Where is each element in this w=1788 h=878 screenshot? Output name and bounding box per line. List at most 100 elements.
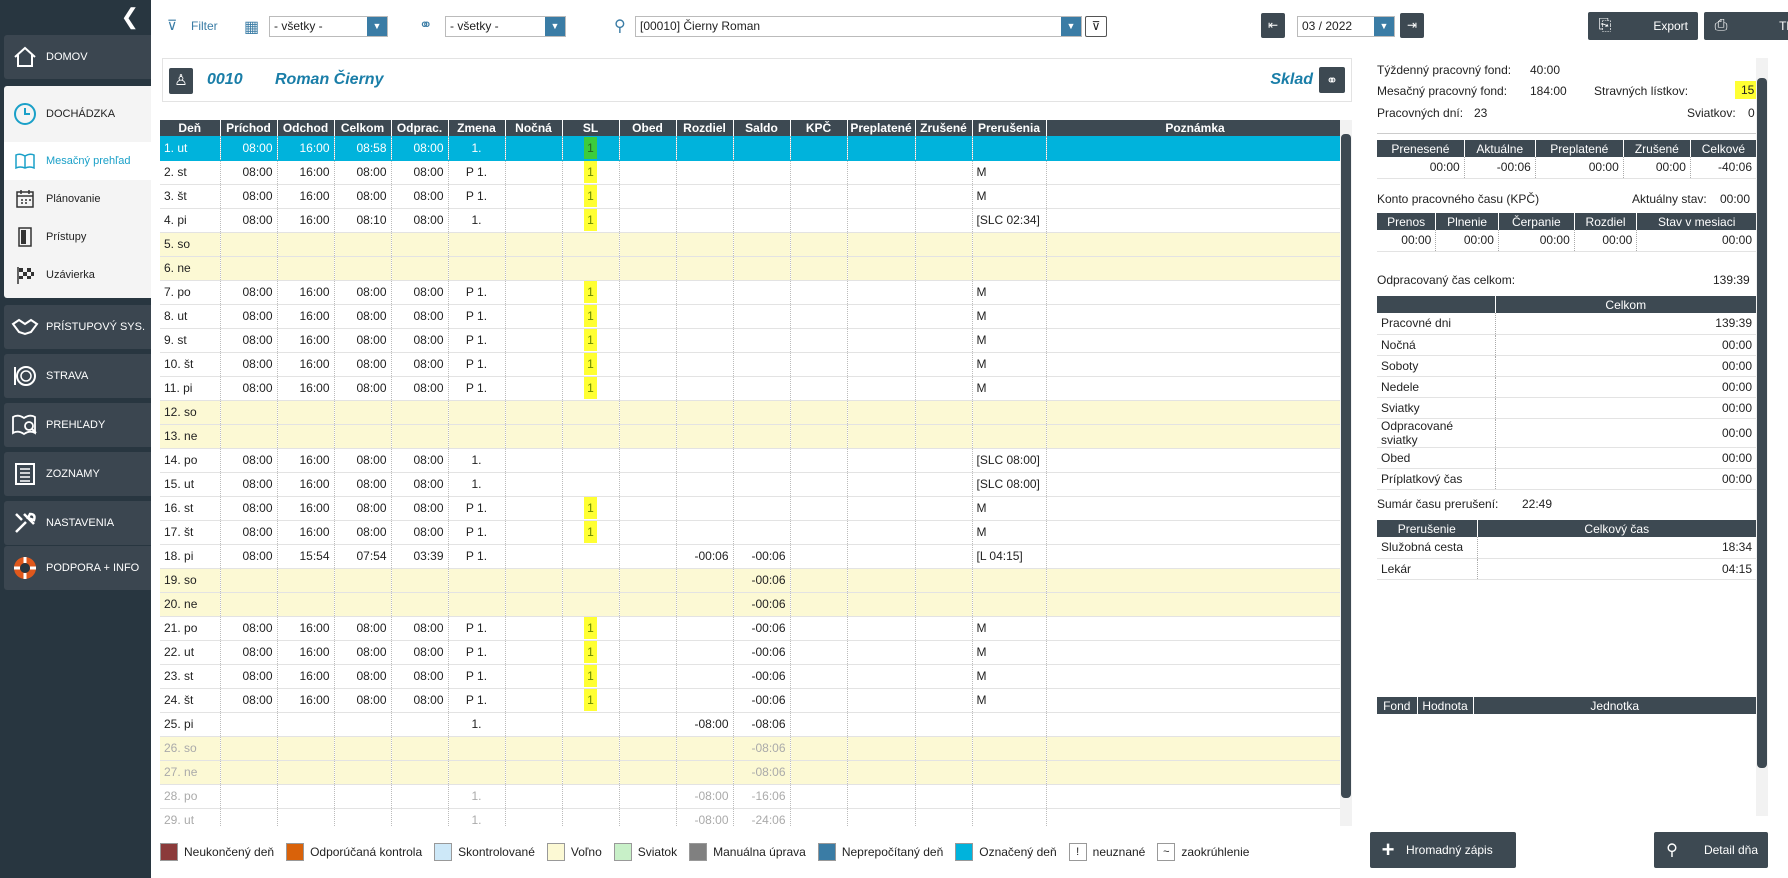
table-cell xyxy=(277,808,335,826)
scrollbar-thumb[interactable] xyxy=(1757,78,1767,768)
grid-scrollbar[interactable] xyxy=(1340,120,1352,826)
column-header[interactable]: Odprac. xyxy=(391,120,449,136)
table-row[interactable]: 14. po 08:00 16:00 08:00 08:00 1. [SLC 08:00] xyxy=(160,448,1345,473)
handshake-icon xyxy=(4,316,46,338)
table-row[interactable]: 24. št 08:00 16:00 08:00 08:00 P 1. 1 -00:06 M xyxy=(160,688,1345,713)
table-cell: 16:00 xyxy=(277,160,335,185)
table-cell xyxy=(676,736,734,761)
network-icon[interactable]: ⚭ xyxy=(1319,67,1345,93)
table-row[interactable]: 20. ne -00:06 xyxy=(160,592,1345,617)
sub-planovanie[interactable]: Plánovanie xyxy=(4,180,151,218)
chevron-down-icon[interactable]: ▼ xyxy=(545,17,565,36)
nav-podpora[interactable]: PODPORA + INFO xyxy=(4,546,151,590)
table-row[interactable]: 5. so xyxy=(160,232,1345,257)
table-cell: P 1. xyxy=(448,280,506,305)
sub-uzavierka[interactable]: Uzávierka xyxy=(4,256,151,294)
prev-month-button[interactable]: ⇤ xyxy=(1261,13,1285,38)
table-cell xyxy=(505,640,563,665)
table-cell: 21. po xyxy=(160,616,221,641)
group-select[interactable]: - všetky - ▼ xyxy=(445,16,566,37)
period-select[interactable]: 03 / 2022 ▼ xyxy=(1297,16,1395,37)
table-row[interactable]: 8. ut 08:00 16:00 08:00 08:00 P 1. 1 M xyxy=(160,304,1345,329)
legend-swatch: ! xyxy=(1068,843,1087,861)
column-header[interactable]: Poznámka xyxy=(1046,120,1345,136)
table-row[interactable]: 12. so xyxy=(160,400,1345,425)
column-header[interactable]: Rozdiel xyxy=(676,120,734,136)
nav-prehlady[interactable]: PREHĽADY xyxy=(4,403,151,447)
column-header[interactable]: Obed xyxy=(619,120,677,136)
funnel-filter-button[interactable]: ⊽ xyxy=(1085,16,1107,37)
export-button[interactable]: ⎘ Export xyxy=(1588,12,1698,40)
column-header[interactable]: Deň xyxy=(160,120,221,136)
table-row[interactable]: 18. pi 08:00 15:54 07:54 03:39 P 1. -00:06 -00:… xyxy=(160,544,1345,569)
column-header[interactable]: KPČ xyxy=(790,120,848,136)
table-cell: 08:00 xyxy=(334,352,392,377)
filter-icon[interactable]: ⊽ xyxy=(167,17,177,34)
table-row[interactable]: 27. ne -08:06 xyxy=(160,760,1345,785)
table-row[interactable]: 15. ut 08:00 16:00 08:00 08:00 1. [SLC 08:00] xyxy=(160,472,1345,497)
department-select[interactable]: - všetky - ▼ xyxy=(269,16,388,37)
table-row[interactable]: 10. št 08:00 16:00 08:00 08:00 P 1. 1 M xyxy=(160,352,1345,377)
table-row[interactable]: 16. st 08:00 16:00 08:00 08:00 P 1. 1 M xyxy=(160,496,1345,521)
table-row[interactable]: 17. št 08:00 16:00 08:00 08:00 P 1. 1 M xyxy=(160,520,1345,545)
nav-strava[interactable]: STRAVA xyxy=(4,354,151,398)
employee-select[interactable]: [00010] Čierny Roman ▼ xyxy=(635,16,1082,37)
table-row[interactable]: 23. st 08:00 16:00 08:00 08:00 P 1. 1 -00:06 M xyxy=(160,664,1345,689)
table-cell: 1 xyxy=(562,616,620,641)
table-cell xyxy=(790,808,848,826)
table-row[interactable]: 6. ne xyxy=(160,256,1345,281)
column-header[interactable]: Prerušenia xyxy=(972,120,1047,136)
scrollbar-thumb[interactable] xyxy=(1341,134,1351,798)
print-button[interactable]: ⎙ Tlačiť xyxy=(1704,12,1788,40)
summary-scrollbar[interactable] xyxy=(1756,58,1768,816)
table-row[interactable]: 9. st 08:00 16:00 08:00 08:00 P 1. 1 M xyxy=(160,328,1345,353)
table-row[interactable]: 29. ut 1. -08:00 -24:06 xyxy=(160,808,1345,826)
column-header[interactable]: Zrušené xyxy=(915,120,973,136)
column-header[interactable]: Preplatené xyxy=(847,120,916,136)
column-header[interactable]: Príchod xyxy=(220,120,278,136)
column-header[interactable]: Zmena xyxy=(448,120,506,136)
sub-mesacny-prehlad[interactable]: Mesačný prehľad xyxy=(4,142,151,180)
table-row[interactable]: 28. po 1. -08:00 -16:06 xyxy=(160,784,1345,809)
table-row[interactable]: 21. po 08:00 16:00 08:00 08:00 P 1. 1 -00:06 M xyxy=(160,616,1345,641)
column-header[interactable]: Celkom xyxy=(334,120,392,136)
column-header[interactable]: Nočná xyxy=(505,120,563,136)
table-cell xyxy=(505,184,563,209)
nav-dochadzka[interactable]: DOCHÁDZKA xyxy=(4,86,151,142)
table-row[interactable]: 26. so -08:06 xyxy=(160,736,1345,761)
next-month-button[interactable]: ⇥ xyxy=(1400,13,1424,38)
nav-pristupovy-sys[interactable]: PRÍSTUPOVÝ SYS. xyxy=(4,305,151,349)
table-row[interactable]: 13. ne xyxy=(160,424,1345,449)
column-header[interactable]: SL xyxy=(562,120,620,136)
filter-label[interactable]: Filter xyxy=(191,19,218,33)
table-row[interactable]: 22. ut 08:00 16:00 08:00 08:00 P 1. 1 -00:06 M xyxy=(160,640,1345,665)
table-row[interactable]: 7. po 08:00 16:00 08:00 08:00 P 1. 1 M xyxy=(160,280,1345,305)
column-header[interactable]: Odchod xyxy=(277,120,335,136)
column-header[interactable]: Saldo xyxy=(733,120,791,136)
bulk-entry-button[interactable]: + Hromadný zápis xyxy=(1370,832,1516,868)
nav-domov[interactable]: DOMOV xyxy=(4,35,151,79)
table-row[interactable]: 2. st 08:00 16:00 08:00 08:00 P 1. 1 M xyxy=(160,160,1345,185)
nav-nastavenia[interactable]: NASTAVENIA xyxy=(4,501,151,545)
table-row[interactable]: 25. pi 1. -08:00 -08:06 xyxy=(160,712,1345,737)
table-cell: [SLC 02:34] xyxy=(972,208,1047,233)
table-cell xyxy=(334,424,392,449)
table-row[interactable]: 4. pi 08:00 16:00 08:10 08:00 1. 1 [SLC 02:34] xyxy=(160,208,1345,233)
day-detail-button[interactable]: ⚲ Detail dňa xyxy=(1654,832,1768,868)
sub-pristupy[interactable]: Prístupy xyxy=(4,218,151,256)
table-row[interactable]: 3. št 08:00 16:00 08:00 08:00 P 1. 1 M xyxy=(160,184,1345,209)
table-row[interactable]: 11. pi 08:00 16:00 08:00 08:00 P 1. 1 M xyxy=(160,376,1345,401)
table-cell xyxy=(847,784,916,809)
chevron-down-icon[interactable]: ▼ xyxy=(367,17,387,36)
nav-zoznamy[interactable]: ZOZNAMY xyxy=(4,452,151,496)
chevron-down-icon[interactable]: ▼ xyxy=(1061,17,1081,36)
table-cell xyxy=(676,400,734,425)
collapse-sidebar-icon[interactable]: ❮ xyxy=(121,6,139,28)
table-cell xyxy=(1046,736,1345,761)
table-cell: -24:06 xyxy=(733,808,791,826)
table-row: Odpracované sviatky 00:00 xyxy=(1377,418,1757,448)
table-cell: 15. ut xyxy=(160,472,221,497)
table-row[interactable]: 1. ut 08:00 16:00 08:58 08:00 1. 1 xyxy=(160,136,1345,161)
table-row[interactable]: 19. so -00:06 xyxy=(160,568,1345,593)
chevron-down-icon[interactable]: ▼ xyxy=(1374,17,1394,36)
